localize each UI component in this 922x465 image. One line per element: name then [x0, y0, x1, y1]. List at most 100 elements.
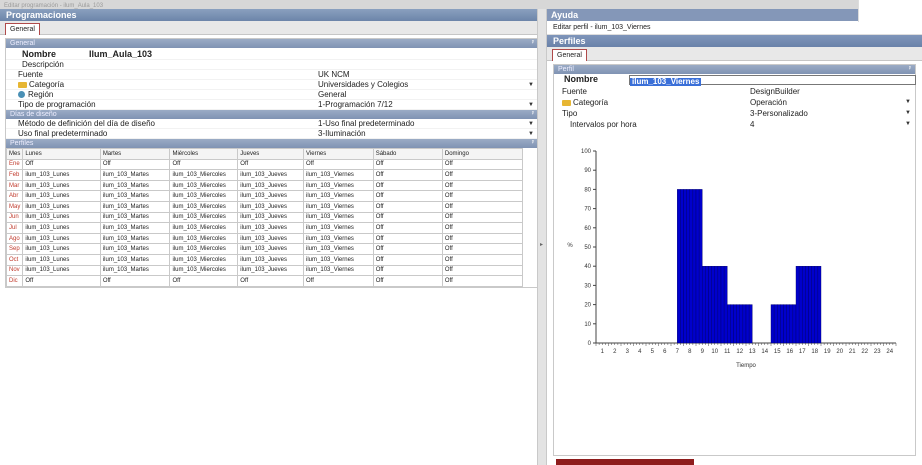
- month-cell[interactable]: Jul: [5, 222, 24, 234]
- table-row[interactable]: Ene Off Off Off Off Off Off Off: [5, 158, 524, 171]
- table-cell[interactable]: ilum_103_Lunes: [22, 243, 101, 255]
- month-cell[interactable]: Jun: [5, 211, 24, 224]
- table-cell[interactable]: Off: [441, 200, 524, 213]
- chevron-down-icon[interactable]: ▼: [528, 100, 534, 110]
- table-cell[interactable]: Off: [169, 158, 239, 171]
- perfil-intervalos-row[interactable]: Intervalos por hora 4 ▼: [554, 119, 915, 130]
- table-row[interactable]: Nov ilum_103_Lunes ilum_103_Martes ilum_103…: [5, 264, 524, 277]
- table-cell[interactable]: ilum_103_Miercoles: [169, 222, 239, 234]
- table-cell[interactable]: Off: [441, 253, 524, 266]
- table-cell[interactable]: Off: [372, 158, 443, 171]
- month-cell[interactable]: Dic: [5, 275, 24, 287]
- table-cell[interactable]: ilum_103_Martes: [99, 243, 171, 255]
- table-cell[interactable]: Off: [372, 275, 443, 287]
- table-cell[interactable]: Off: [441, 222, 524, 234]
- table-cell[interactable]: Off: [441, 211, 524, 224]
- month-cell[interactable]: May: [5, 200, 24, 213]
- table-row[interactable]: Jul ilum_103_Lunes ilum_103_Martes ilum_103…: [5, 222, 524, 234]
- table-row[interactable]: Oct ilum_103_Lunes ilum_103_Martes ilum_103…: [5, 253, 524, 266]
- table-cell[interactable]: ilum_103_Miercoles: [169, 179, 239, 192]
- table-cell[interactable]: ilum_103_Miercoles: [169, 190, 239, 202]
- table-row[interactable]: Ago ilum_103_Lunes ilum_103_Martes ilum_103…: [5, 232, 524, 245]
- table-cell[interactable]: ilum_103_Martes: [99, 179, 171, 192]
- table-cell[interactable]: ilum_103_Viernes: [303, 222, 374, 234]
- perfiles-section-header[interactable]: Perfiles ᵖ: [6, 139, 538, 148]
- descripcion-row[interactable]: Descripción: [6, 60, 538, 70]
- fuente-value[interactable]: UK NCM: [318, 70, 350, 80]
- table-cell[interactable]: Off: [237, 158, 305, 171]
- column-header[interactable]: Jueves: [237, 148, 305, 160]
- table-cell[interactable]: ilum_103_Viernes: [303, 243, 374, 255]
- table-cell[interactable]: ilum_103_Jueves: [237, 190, 305, 202]
- categoria-row[interactable]: Categoría Universidades y Colegios ▼: [6, 80, 538, 90]
- pin-icon[interactable]: ᵖ: [532, 39, 534, 48]
- table-cell[interactable]: ilum_103_Jueves: [237, 179, 305, 192]
- table-cell[interactable]: ilum_103_Jueves: [237, 222, 305, 234]
- perfil-categoria-row[interactable]: Categoría Operación ▼: [554, 97, 915, 108]
- table-cell[interactable]: Off: [372, 253, 443, 266]
- table-cell[interactable]: ilum_103_Jueves: [237, 211, 305, 224]
- chevron-down-icon[interactable]: ▼: [905, 97, 911, 108]
- table-cell[interactable]: ilum_103_Lunes: [22, 211, 101, 224]
- table-cell[interactable]: ilum_103_Lunes: [22, 264, 101, 277]
- uso-value[interactable]: 3-Iluminación: [318, 129, 366, 139]
- table-cell[interactable]: ilum_103_Jueves: [237, 232, 305, 245]
- uso-row[interactable]: Uso final predeterminado 3-Iluminación ▼: [6, 129, 538, 139]
- column-header[interactable]: Martes: [99, 148, 171, 160]
- month-cell[interactable]: Nov: [5, 264, 24, 277]
- tab-general-right[interactable]: General: [552, 49, 587, 61]
- table-cell[interactable]: Off: [441, 243, 524, 255]
- pin-icon[interactable]: ᵖ: [532, 139, 534, 148]
- table-cell[interactable]: ilum_103_Martes: [99, 264, 171, 277]
- table-cell[interactable]: ilum_103_Lunes: [22, 169, 101, 181]
- table-cell[interactable]: ilum_103_Lunes: [22, 190, 101, 202]
- design-days-section-header[interactable]: Días de diseño ᵖ: [6, 110, 538, 119]
- table-cell[interactable]: ilum_103_Viernes: [303, 179, 374, 192]
- table-cell[interactable]: Off: [441, 232, 524, 245]
- perfil-tipo-row[interactable]: Tipo 3-Personalizado ▼: [554, 108, 915, 119]
- table-cell[interactable]: ilum_103_Viernes: [303, 253, 374, 266]
- region-row[interactable]: Región General: [6, 90, 538, 100]
- table-cell[interactable]: ilum_103_Viernes: [303, 232, 374, 245]
- table-cell[interactable]: Off: [441, 190, 524, 202]
- pin-icon[interactable]: ᵖ: [909, 65, 911, 74]
- table-cell[interactable]: Off: [441, 179, 524, 192]
- table-cell[interactable]: Off: [372, 179, 443, 192]
- table-cell[interactable]: ilum_103_Martes: [99, 200, 171, 213]
- table-row[interactable]: Abr ilum_103_Lunes ilum_103_Martes ilum_103…: [5, 190, 524, 202]
- table-cell[interactable]: Off: [303, 275, 374, 287]
- table-cell[interactable]: ilum_103_Lunes: [22, 222, 101, 234]
- perfil-categoria-value[interactable]: Operación: [750, 97, 787, 108]
- table-cell[interactable]: Off: [99, 158, 171, 171]
- table-cell[interactable]: ilum_103_Miercoles: [169, 232, 239, 245]
- table-cell[interactable]: Off: [372, 211, 443, 224]
- pin-icon[interactable]: ᵖ: [532, 110, 534, 119]
- table-cell[interactable]: Off: [372, 264, 443, 277]
- table-cell[interactable]: ilum_103_Lunes: [22, 179, 101, 192]
- nombre-value[interactable]: Ilum_Aula_103: [89, 48, 152, 60]
- chevron-down-icon[interactable]: ▼: [905, 119, 911, 130]
- table-cell[interactable]: Off: [22, 275, 101, 287]
- metodo-value[interactable]: 1-Uso final predeterminado: [318, 119, 415, 129]
- table-cell[interactable]: Off: [441, 275, 524, 287]
- table-row[interactable]: Sep ilum_103_Lunes ilum_103_Martes ilum_103…: [5, 243, 524, 255]
- chevron-down-icon[interactable]: ▼: [528, 80, 534, 90]
- table-cell[interactable]: ilum_103_Martes: [99, 211, 171, 224]
- month-cell[interactable]: Mar: [5, 179, 24, 192]
- table-cell[interactable]: Off: [99, 275, 171, 287]
- table-cell[interactable]: Off: [441, 264, 524, 277]
- chevron-down-icon[interactable]: ▼: [528, 119, 534, 129]
- table-cell[interactable]: ilum_103_Jueves: [237, 264, 305, 277]
- perfil-intervalos-value[interactable]: 4: [750, 119, 754, 130]
- table-row[interactable]: Feb ilum_103_Lunes ilum_103_Martes ilum_103…: [5, 169, 524, 181]
- table-cell[interactable]: Off: [372, 169, 443, 181]
- table-cell[interactable]: Off: [441, 169, 524, 181]
- table-cell[interactable]: Off: [372, 200, 443, 213]
- table-cell[interactable]: ilum_103_Miercoles: [169, 243, 239, 255]
- table-row[interactable]: Mar ilum_103_Lunes ilum_103_Martes ilum_103…: [5, 179, 524, 192]
- table-cell[interactable]: ilum_103_Viernes: [303, 200, 374, 213]
- tipo-row[interactable]: Tipo de programación 1-Programación 7/12…: [6, 100, 538, 110]
- table-cell[interactable]: Off: [372, 222, 443, 234]
- table-cell[interactable]: Off: [372, 243, 443, 255]
- column-header[interactable]: Mes: [5, 148, 24, 160]
